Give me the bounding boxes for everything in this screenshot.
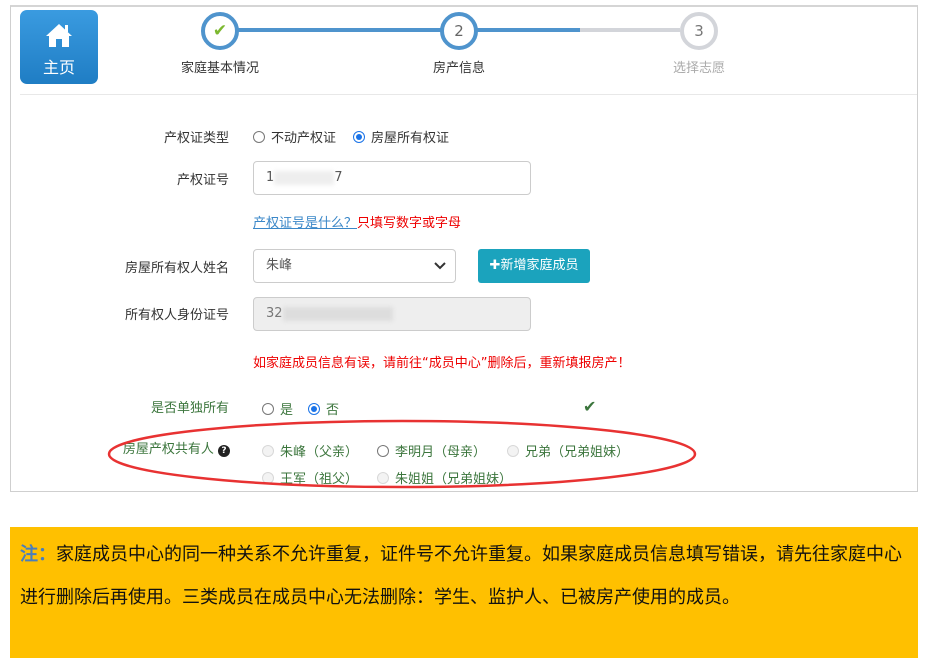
note-text: 家庭成员中心的同一种关系不允许重复，证件号不允许重复。如果家庭成员信息填写错误，… [20,544,902,608]
add-family-member-button[interactable]: ✚新增家庭成员 [478,249,590,283]
value-start: 32 [266,306,283,321]
cert-no-hint: 只填写数字或字母 [357,216,462,231]
valid-check-icon: ✔ [583,397,597,416]
sole-owner-radio-no[interactable]: 否 [308,399,339,418]
note-box: 注：家庭成员中心的同一种关系不允许重复，证件号不允许重复。如果家庭成员信息填写错… [10,527,918,658]
owner-id-label: 所有权人身份证号 [124,308,229,323]
step-3-number: 3 [680,12,718,50]
progress-steps: ✔ 2 3 家庭基本情况 房产信息 选择志愿 [0,0,937,95]
sole-owner-radio-yes[interactable]: 是 [262,399,293,418]
step-1-label: 家庭基本情况 [180,61,259,76]
chevron-down-icon [434,262,446,270]
cert-type-radio-2[interactable]: 房屋所有权证 [353,127,449,146]
value-end: 7 [334,170,343,185]
owner-id-input[interactable]: 32 [253,297,531,331]
cert-type-label: 产权证类型 [163,131,229,146]
sole-owner-label: 是否单独所有 [150,401,229,416]
progress-line-done [238,28,580,32]
step-2-label: 房产信息 [432,61,485,76]
owner-name-label: 房屋所有权人姓名 [124,261,229,276]
radio-label: 不动产权证 [271,131,337,146]
radio-label: 房屋所有权证 [371,131,450,146]
member-error-message: 如家庭成员信息有误，请前往“成员中心”删除后，重新填报房产！ [253,356,631,371]
cert-no-label: 产权证号 [176,173,229,188]
radio-label: 是 [280,403,294,418]
cert-no-input[interactable]: 17 [253,161,531,195]
red-annotation-ellipse [107,419,697,489]
divider [20,94,917,95]
select-value: 朱峰 [266,258,293,273]
radio-label: 否 [326,403,340,418]
step-1-check-icon: ✔ [201,12,239,50]
value-start: 1 [266,170,275,185]
owner-name-select[interactable]: 朱峰 [253,249,456,283]
cert-type-radio-1[interactable]: 不动产权证 [253,127,336,146]
progress-line-pending [580,28,680,32]
cert-no-help-link[interactable]: 产权证号是什么？ [253,216,357,231]
step-2-number: 2 [440,12,478,50]
note-key: 注： [20,544,56,565]
step-3-label: 选择志愿 [672,61,725,76]
